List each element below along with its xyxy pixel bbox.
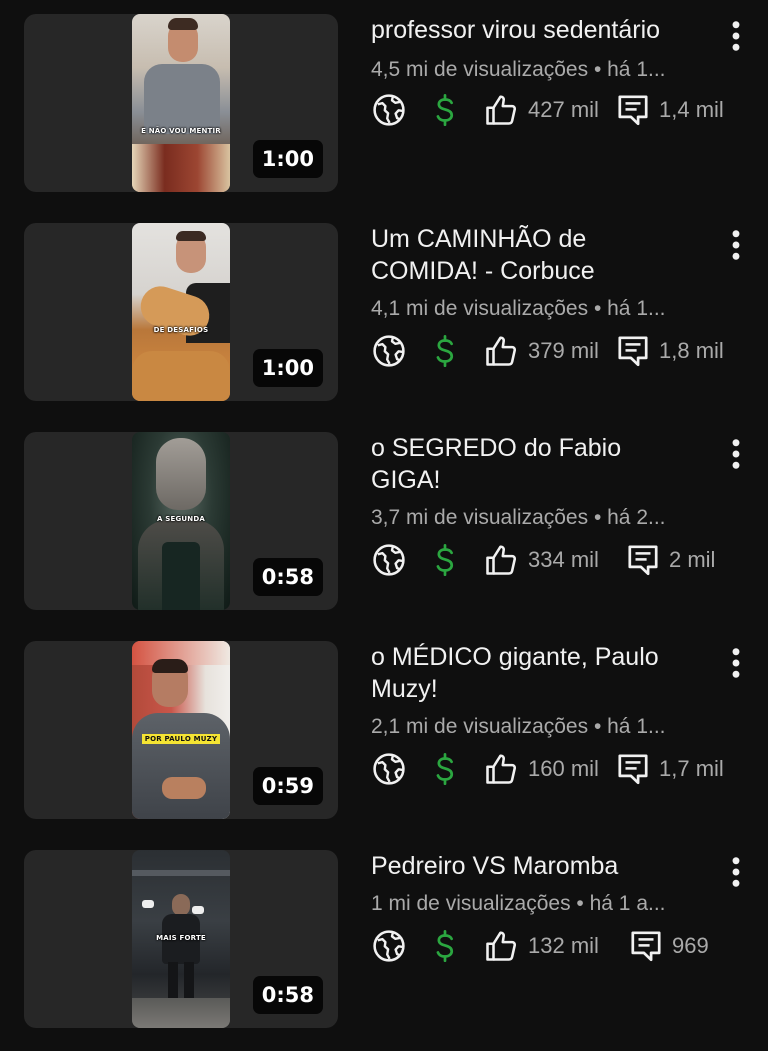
duration-badge: 1:00 — [252, 349, 323, 387]
thumbnail-caption: DE DESAFIOS — [153, 326, 209, 334]
video-thumbnail-card[interactable]: DE DESAFIOS 1:00 — [24, 223, 338, 401]
video-stats: 334 mil 2 mil — [371, 540, 751, 580]
video-thumbnail-image: DE DESAFIOS — [132, 223, 230, 401]
duration-badge: 0:58 — [252, 558, 323, 596]
dollar-icon — [427, 333, 463, 369]
dollar-icon — [427, 92, 463, 128]
video-thumbnail-image: POR PAULO MUZY — [132, 641, 230, 819]
more-vert-icon[interactable] — [722, 18, 750, 54]
thumbnail-caption-text: POR PAULO MUZY — [141, 734, 221, 744]
like-count: 132 mil — [528, 933, 599, 958]
more-vert-icon[interactable] — [722, 436, 750, 472]
duration-badge: 1:00 — [252, 140, 323, 178]
video-metadata: 4,1 mi de visualizações • há 1... — [371, 297, 666, 320]
thumbnail-caption: POR PAULO MUZY — [132, 734, 230, 744]
thumbs-up-icon — [483, 333, 519, 369]
video-metadata: 1 mi de visualizações • há 1 a... — [371, 892, 666, 915]
globe-icon — [371, 928, 407, 964]
thumbs-up-icon — [483, 92, 519, 128]
duration-badge: 0:58 — [252, 976, 323, 1014]
like-count: 427 mil — [528, 97, 599, 122]
thumbnail-caption: A SEGUNDA — [157, 515, 205, 523]
video-title[interactable]: Um CAMINHÃO de COMIDA! - Corbuce — [371, 223, 711, 287]
video-thumbnail-card[interactable]: E NÃO VOU MENTIR 1:00 — [24, 14, 338, 192]
video-thumbnail-card[interactable]: POR PAULO MUZY 0:59 — [24, 641, 338, 819]
video-thumbnail-image: E NÃO VOU MENTIR — [132, 14, 230, 192]
video-item[interactable]: A SEGUNDA 0:58 o SEGREDO do Fabio GIGA! … — [0, 432, 768, 610]
more-vert-icon[interactable] — [722, 854, 750, 890]
like-count: 334 mil — [528, 547, 599, 572]
more-vert-icon[interactable] — [722, 227, 750, 263]
video-title[interactable]: o SEGREDO do Fabio GIGA! — [371, 432, 711, 496]
comment-count: 969 — [672, 933, 709, 958]
comment-count: 1,4 mil — [659, 97, 724, 122]
video-metadata: 2,1 mi de visualizações • há 1... — [371, 715, 666, 738]
video-thumbnail-image: MAIS FORTE — [132, 850, 230, 1028]
comment-count: 2 mil — [669, 547, 716, 572]
video-stats: 379 mil 1,8 mil — [371, 331, 751, 371]
video-title[interactable]: o MÉDICO gigante, Paulo Muzy! — [371, 641, 711, 705]
globe-icon — [371, 92, 407, 128]
thumbs-up-icon — [483, 928, 519, 964]
video-metadata: 3,7 mi de visualizações • há 2... — [371, 506, 666, 529]
comment-count: 1,8 mil — [659, 338, 724, 363]
duration-badge: 0:59 — [252, 767, 323, 805]
globe-icon — [371, 542, 407, 578]
dollar-icon — [427, 751, 463, 787]
like-count: 379 mil — [528, 338, 599, 363]
comment-icon — [615, 92, 651, 128]
video-item[interactable]: MAIS FORTE 0:58 Pedreiro VS Maromba 1 mi… — [0, 850, 768, 1028]
comment-icon — [628, 928, 664, 964]
video-stats: 132 mil 969 — [371, 926, 751, 966]
video-thumbnail-card[interactable]: MAIS FORTE 0:58 — [24, 850, 338, 1028]
comment-icon — [615, 751, 651, 787]
thumbs-up-icon — [483, 542, 519, 578]
like-count: 160 mil — [528, 756, 599, 781]
video-stats: 427 mil 1,4 mil — [371, 90, 751, 130]
video-metadata: 4,5 mi de visualizações • há 1... — [371, 58, 666, 81]
video-title[interactable]: professor virou sedentário — [371, 14, 711, 46]
comment-icon — [615, 333, 651, 369]
video-title[interactable]: Pedreiro VS Maromba — [371, 850, 711, 882]
video-stats: 160 mil 1,7 mil — [371, 749, 751, 789]
video-thumbnail-image: A SEGUNDA — [132, 432, 230, 610]
video-item[interactable]: E NÃO VOU MENTIR 1:00 professor virou se… — [0, 14, 768, 192]
dollar-icon — [427, 542, 463, 578]
video-item[interactable]: DE DESAFIOS 1:00 Um CAMINHÃO de COMIDA! … — [0, 223, 768, 401]
thumbs-up-icon — [483, 751, 519, 787]
dollar-icon — [427, 928, 463, 964]
globe-icon — [371, 333, 407, 369]
video-thumbnail-card[interactable]: A SEGUNDA 0:58 — [24, 432, 338, 610]
thumbnail-caption: E NÃO VOU MENTIR — [141, 127, 221, 135]
globe-icon — [371, 751, 407, 787]
thumbnail-caption: MAIS FORTE — [156, 934, 206, 942]
comment-icon — [625, 542, 661, 578]
more-vert-icon[interactable] — [722, 645, 750, 681]
video-item[interactable]: POR PAULO MUZY 0:59 o MÉDICO gigante, Pa… — [0, 641, 768, 819]
comment-count: 1,7 mil — [659, 756, 724, 781]
